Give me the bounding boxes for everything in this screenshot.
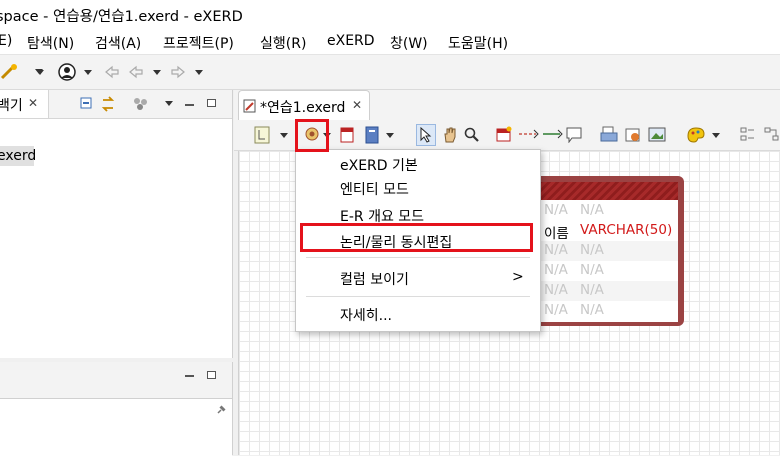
entity-header[interactable]	[526, 182, 678, 200]
palette-icon[interactable]	[686, 126, 706, 144]
column-type: N/A	[580, 242, 604, 258]
menu-bar: E) 탐색(N) 검색(A) 프로젝트(P) 실행(R) eXERD 창(W) …	[0, 30, 780, 55]
user-icon[interactable]	[58, 63, 76, 81]
chevron-down-icon[interactable]	[712, 133, 720, 138]
align-icon[interactable]	[740, 126, 756, 144]
column-type: N/A	[580, 262, 604, 278]
column-type: N/A	[580, 202, 604, 218]
column-type: N/A	[580, 282, 604, 298]
layout-icon[interactable]	[764, 126, 780, 144]
column-name: N/A	[544, 282, 568, 298]
highlight-box-menu-item	[300, 223, 533, 252]
entity-row[interactable]: N/A N/A	[526, 241, 678, 261]
entity-row[interactable]: N/A N/A	[526, 301, 678, 321]
title-bar: space - 연습용/연습1.exerd - eXERD	[0, 0, 780, 30]
entity-row[interactable]: N/A N/A	[526, 201, 678, 221]
new-entity-icon[interactable]	[496, 126, 512, 142]
menu-search[interactable]: 검색(A)	[95, 33, 141, 53]
close-icon[interactable]: ✕	[28, 96, 38, 110]
main-toolbar	[0, 55, 780, 90]
menu-separator	[306, 296, 530, 297]
tree-item[interactable]: exerd	[0, 146, 37, 166]
hand-icon[interactable]	[442, 126, 458, 144]
column-name: N/A	[544, 302, 568, 318]
menu-item-show-columns[interactable]: 컬럼 보이기	[340, 269, 409, 289]
explorer-tab[interactable]: 백기 ✕	[0, 90, 49, 118]
entity-row[interactable]: 이름 VARCHAR(50)	[526, 221, 678, 242]
column-type: N/A	[580, 302, 604, 318]
menu-item-details[interactable]: 자세히...	[340, 305, 392, 325]
chevron-down-icon[interactable]	[280, 133, 288, 138]
zoom-icon[interactable]	[464, 127, 480, 143]
chevron-down-icon[interactable]	[84, 70, 92, 75]
chevron-down-icon[interactable]	[36, 70, 44, 75]
export-icon[interactable]	[624, 126, 642, 144]
menu-exerd[interactable]: eXERD	[327, 33, 375, 49]
maximize-icon[interactable]	[207, 99, 216, 107]
menu-window[interactable]: 창(W)	[390, 33, 428, 53]
menu-navigate[interactable]: 탐색(N)	[27, 33, 74, 53]
relation-identifying-icon[interactable]	[542, 128, 564, 140]
tree-item-label: exerd	[0, 148, 37, 164]
column-type: VARCHAR(50)	[580, 222, 673, 238]
menu-item-exerd-basic[interactable]: eXERD 기본	[340, 155, 418, 175]
erd-file-icon	[243, 99, 256, 113]
printer-icon[interactable]	[600, 126, 618, 144]
chevron-down-icon[interactable]	[386, 133, 394, 138]
entity-row[interactable]: N/A N/A	[526, 281, 678, 301]
collapse-all-icon[interactable]	[80, 97, 94, 111]
view-menu-icon[interactable]	[165, 101, 173, 106]
maximize-icon[interactable]	[207, 371, 216, 379]
table-icon[interactable]	[340, 127, 354, 143]
back-arrow-icon[interactable]	[128, 65, 144, 79]
filter-icon[interactable]	[133, 97, 149, 111]
relation-nonidentifying-icon[interactable]	[518, 128, 540, 140]
editor-tab-label: *연습1.exerd	[260, 100, 346, 116]
wand-icon[interactable]	[0, 63, 20, 81]
forward-arrow-icon[interactable]	[170, 65, 186, 79]
chevron-down-icon[interactable]	[195, 70, 203, 75]
explorer-panel: 백기 ✕ exerd	[0, 90, 233, 358]
entity-row[interactable]: N/A N/A	[526, 261, 678, 281]
minimize-icon[interactable]	[185, 375, 194, 377]
chevron-down-icon[interactable]	[153, 70, 161, 75]
menu-project[interactable]: 프로젝트(P)	[163, 33, 234, 53]
note-icon[interactable]	[566, 127, 582, 143]
minimize-icon[interactable]	[185, 104, 194, 106]
bottom-left-panel-body	[0, 398, 232, 456]
pointer-icon	[420, 127, 432, 143]
image-export-icon[interactable]	[648, 127, 666, 143]
explorer-tab-label: 백기	[0, 98, 23, 114]
menu-item-entity-mode[interactable]: 엔티티 모드	[340, 179, 409, 199]
link-editor-icon[interactable]	[100, 96, 116, 112]
chevron-right-icon: >	[512, 269, 524, 285]
menu-help[interactable]: 도움말(H)	[448, 33, 508, 53]
editor-tab[interactable]: *연습1.exerd ✕	[238, 90, 370, 120]
column-name: N/A	[544, 202, 568, 218]
notation-icon[interactable]	[254, 126, 270, 144]
select-tool-button[interactable]	[416, 124, 436, 146]
column-name: 이름	[544, 226, 569, 242]
document-icon[interactable]	[364, 126, 380, 144]
pin-icon[interactable]	[216, 405, 226, 415]
explorer-tabbar: 백기 ✕	[0, 90, 232, 119]
highlight-box-mode-button	[295, 119, 329, 152]
column-name: N/A	[544, 242, 568, 258]
entity-body: N/A N/A 이름 VARCHAR(50) N/A N/A N/A N/A N…	[526, 200, 678, 322]
back-history-icon[interactable]	[104, 65, 120, 79]
close-icon[interactable]: ✕	[352, 98, 362, 112]
menu-separator	[306, 257, 530, 258]
menu-edit[interactable]: E)	[0, 33, 12, 49]
column-name: N/A	[544, 262, 568, 278]
bottom-left-panel	[0, 362, 233, 456]
menu-run[interactable]: 실행(R)	[260, 33, 306, 53]
window-title: space - 연습용/연습1.exerd - eXERD	[0, 9, 243, 25]
